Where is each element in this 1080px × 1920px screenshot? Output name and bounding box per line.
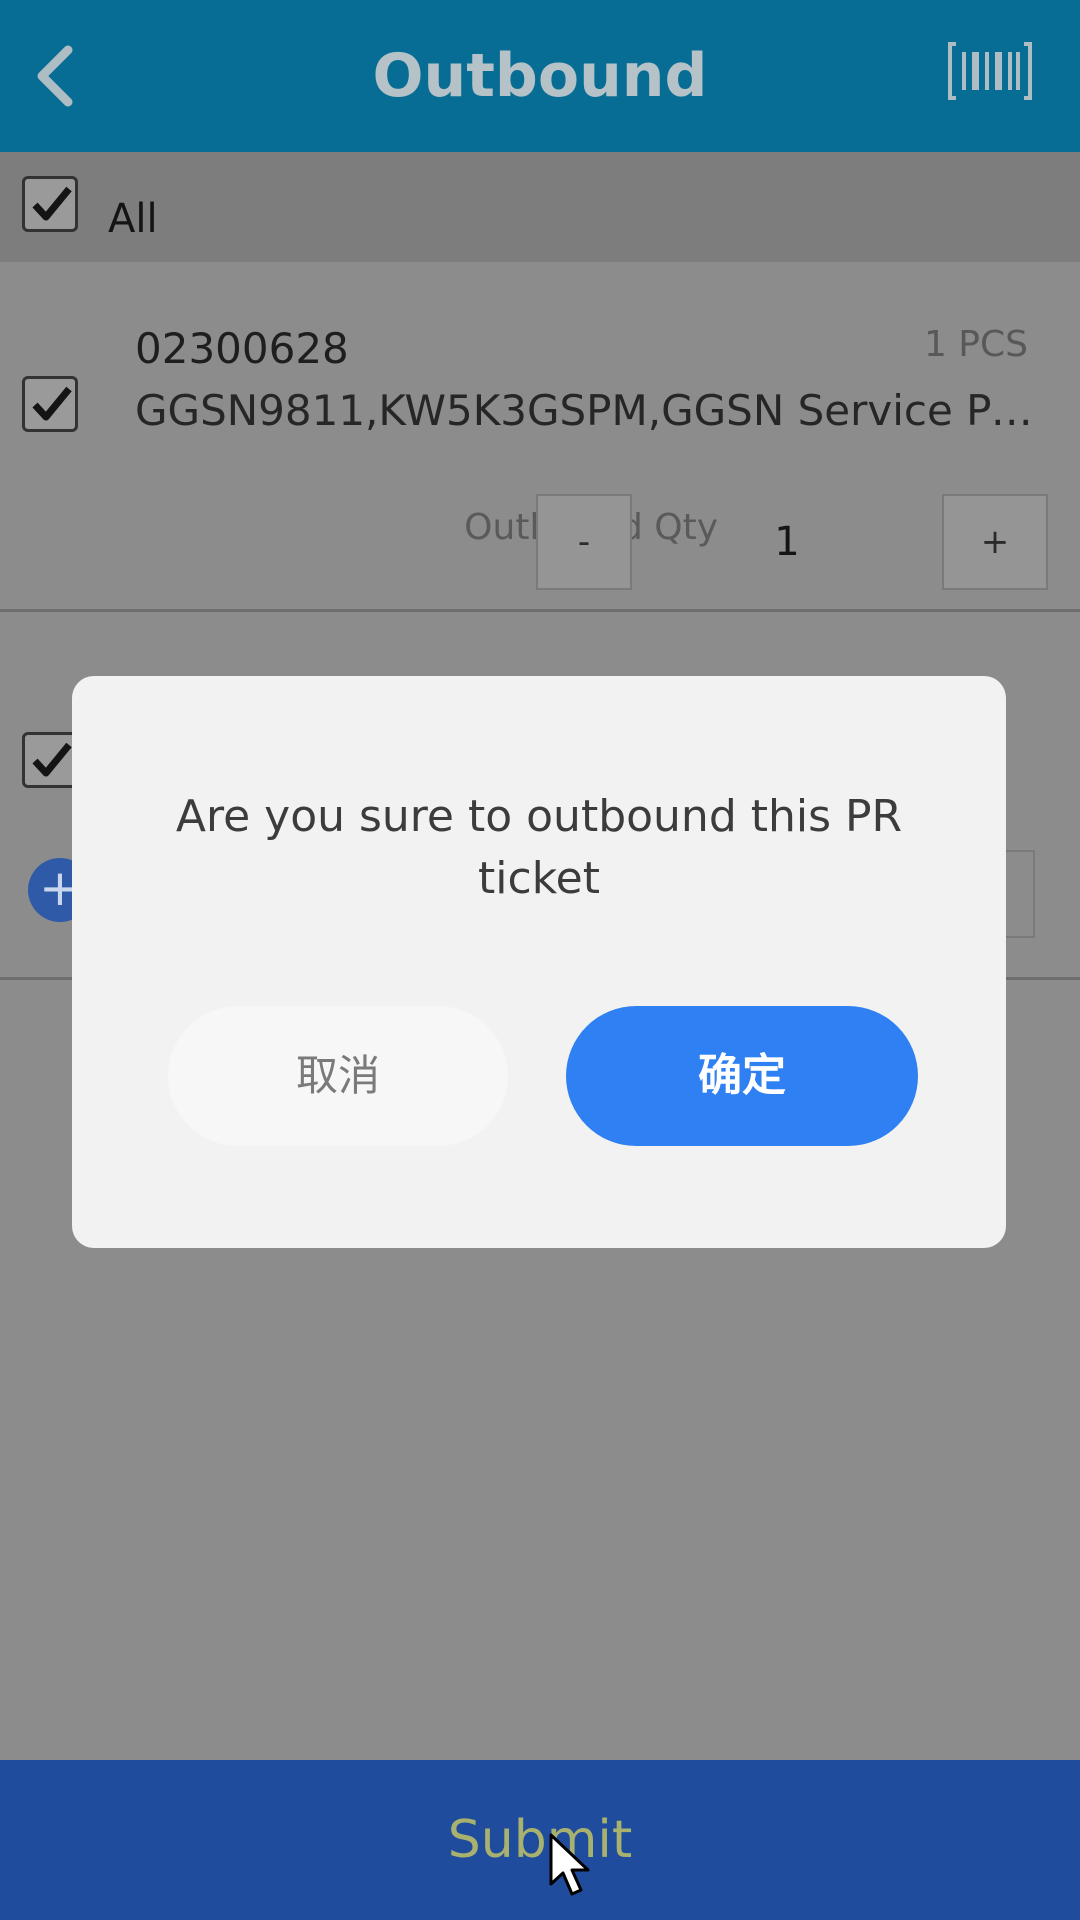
barcode-scan-icon [948, 42, 1032, 100]
item-checkbox[interactable] [22, 376, 78, 432]
submit-label: Submit [447, 1810, 633, 1870]
item-checkbox[interactable] [22, 732, 78, 788]
qty-value[interactable]: 1 [632, 494, 942, 590]
plus-icon: + [980, 522, 1010, 562]
page-title: Outbound [372, 41, 708, 111]
mouse-cursor-icon [549, 1833, 590, 1896]
checkmark-icon [32, 742, 72, 777]
cancel-button[interactable]: 取消 [168, 1006, 508, 1146]
scan-button[interactable] [946, 40, 1034, 102]
minus-icon: - [577, 522, 591, 562]
confirm-button[interactable]: 确定 [566, 1006, 918, 1146]
checkmark-icon [32, 386, 72, 421]
dialog-message: Are you sure to outbound this PR ticket [175, 791, 903, 904]
confirm-dialog: Are you sure to outbound this PR ticket … [72, 676, 1006, 1248]
item-quantity: 1 PCS [923, 324, 1028, 365]
select-all-row[interactable]: All [0, 152, 1080, 262]
app-header: Outbound [0, 0, 1080, 152]
checkmark-icon [32, 186, 72, 221]
select-all-label: All [108, 196, 158, 242]
qty-increment-button[interactable]: + [942, 494, 1048, 590]
qty-decrement-button[interactable]: - [536, 494, 632, 590]
list-item: 02300628 1 PCS GGSN9811,KW5K3GSPM,GGSN S… [0, 262, 1080, 612]
item-description: GGSN9811,KW5K3GSPM,GGSN Service Pr... [135, 386, 1035, 435]
item-code: 02300628 [135, 324, 349, 373]
submit-button[interactable]: Submit [0, 1760, 1080, 1920]
select-all-checkbox[interactable] [22, 176, 78, 232]
